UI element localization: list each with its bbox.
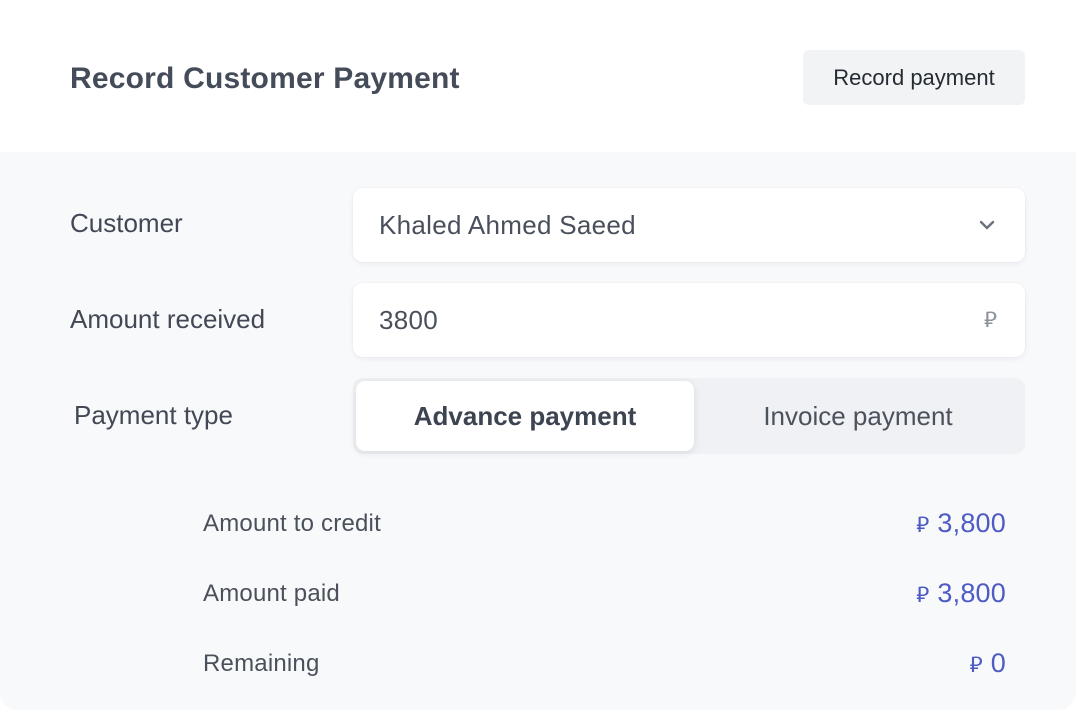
- amount-label: Amount received: [70, 304, 266, 334]
- riyal-currency-icon: ⃁: [916, 582, 930, 607]
- amount-value: 3800: [379, 304, 439, 335]
- summary-value: ⃁ 0: [970, 648, 1007, 679]
- riyal-currency-icon: ⃁: [916, 512, 930, 537]
- summary-label: Amount to credit: [203, 509, 381, 537]
- summary-amount: 0: [990, 648, 1006, 678]
- chevron-down-icon: [977, 215, 997, 235]
- payment-form: Customer Khaled Ahmed Saeed Amount recei…: [0, 152, 1076, 710]
- riyal-currency-icon: ⃁: [983, 307, 997, 332]
- summary-label: Amount paid: [203, 579, 340, 607]
- header: Record Customer Payment Record payment: [0, 0, 1076, 152]
- customer-select[interactable]: Khaled Ahmed Saeed: [353, 188, 1025, 262]
- amount-input[interactable]: 3800 ⃁: [353, 283, 1025, 357]
- summary-value: ⃁ 3,800: [916, 578, 1006, 609]
- summary-row-credit: Amount to credit ⃁ 3,800: [203, 508, 1006, 539]
- advance-payment-option[interactable]: Advance payment: [356, 381, 694, 451]
- summary-value: ⃁ 3,800: [916, 508, 1006, 539]
- record-payment-page: Record Customer Payment Record payment C…: [0, 0, 1076, 710]
- riyal-currency-icon: ⃁: [969, 652, 983, 677]
- payment-type-label: Payment type: [74, 400, 233, 430]
- summary-label: Remaining: [203, 649, 320, 677]
- page-title: Record Customer Payment: [70, 62, 460, 95]
- payment-type-toggle: Advance payment Invoice payment: [353, 378, 1025, 454]
- summary-amount: 3,800: [937, 508, 1006, 538]
- customer-label: Customer: [70, 208, 183, 238]
- summary-row-remaining: Remaining ⃁ 0: [203, 648, 1006, 679]
- summary-row-paid: Amount paid ⃁ 3,800: [203, 578, 1006, 609]
- summary-amount: 3,800: [937, 578, 1006, 608]
- record-payment-button[interactable]: Record payment: [803, 50, 1025, 105]
- invoice-payment-option[interactable]: Invoice payment: [694, 381, 1022, 451]
- customer-value: Khaled Ahmed Saeed: [379, 209, 636, 240]
